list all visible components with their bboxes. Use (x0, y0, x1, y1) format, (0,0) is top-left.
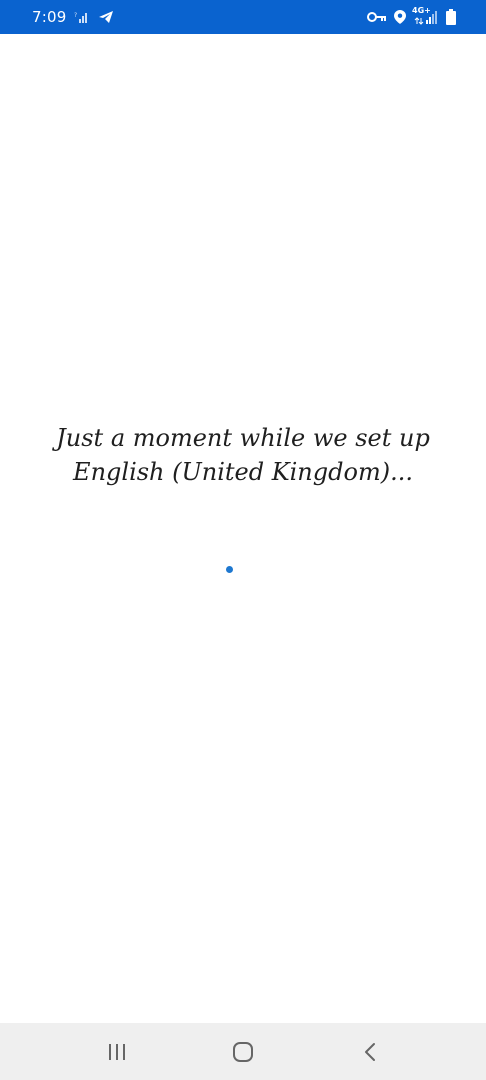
back-icon (363, 1042, 377, 1062)
navigation-bar (0, 1023, 486, 1080)
home-icon (232, 1041, 254, 1063)
battery-icon (446, 9, 456, 25)
location-icon (394, 10, 406, 24)
home-button[interactable] (223, 1037, 263, 1067)
status-time: 7:09 (32, 8, 67, 26)
status-bar: 7:09 ? 4G+ (0, 0, 486, 34)
recent-apps-icon (107, 1043, 127, 1061)
setup-message-line-2: English (United Kingdom)... (73, 458, 413, 486)
call-signal-icon: ? (74, 10, 90, 24)
svg-text:?: ? (74, 12, 77, 19)
setup-message-line-1: Just a moment while we set up (56, 424, 430, 452)
recent-apps-button[interactable] (97, 1037, 137, 1067)
status-bar-left: 7:09 ? (32, 0, 114, 34)
loading-indicator (226, 566, 233, 573)
back-button[interactable] (350, 1037, 390, 1067)
vpn-key-icon (367, 11, 387, 23)
telegram-icon (98, 10, 114, 24)
signal-strength-icon: 4G+ (412, 7, 439, 25)
status-bar-right: 4G+ (367, 0, 456, 34)
setup-message: Just a moment while we set up English (U… (20, 421, 466, 489)
